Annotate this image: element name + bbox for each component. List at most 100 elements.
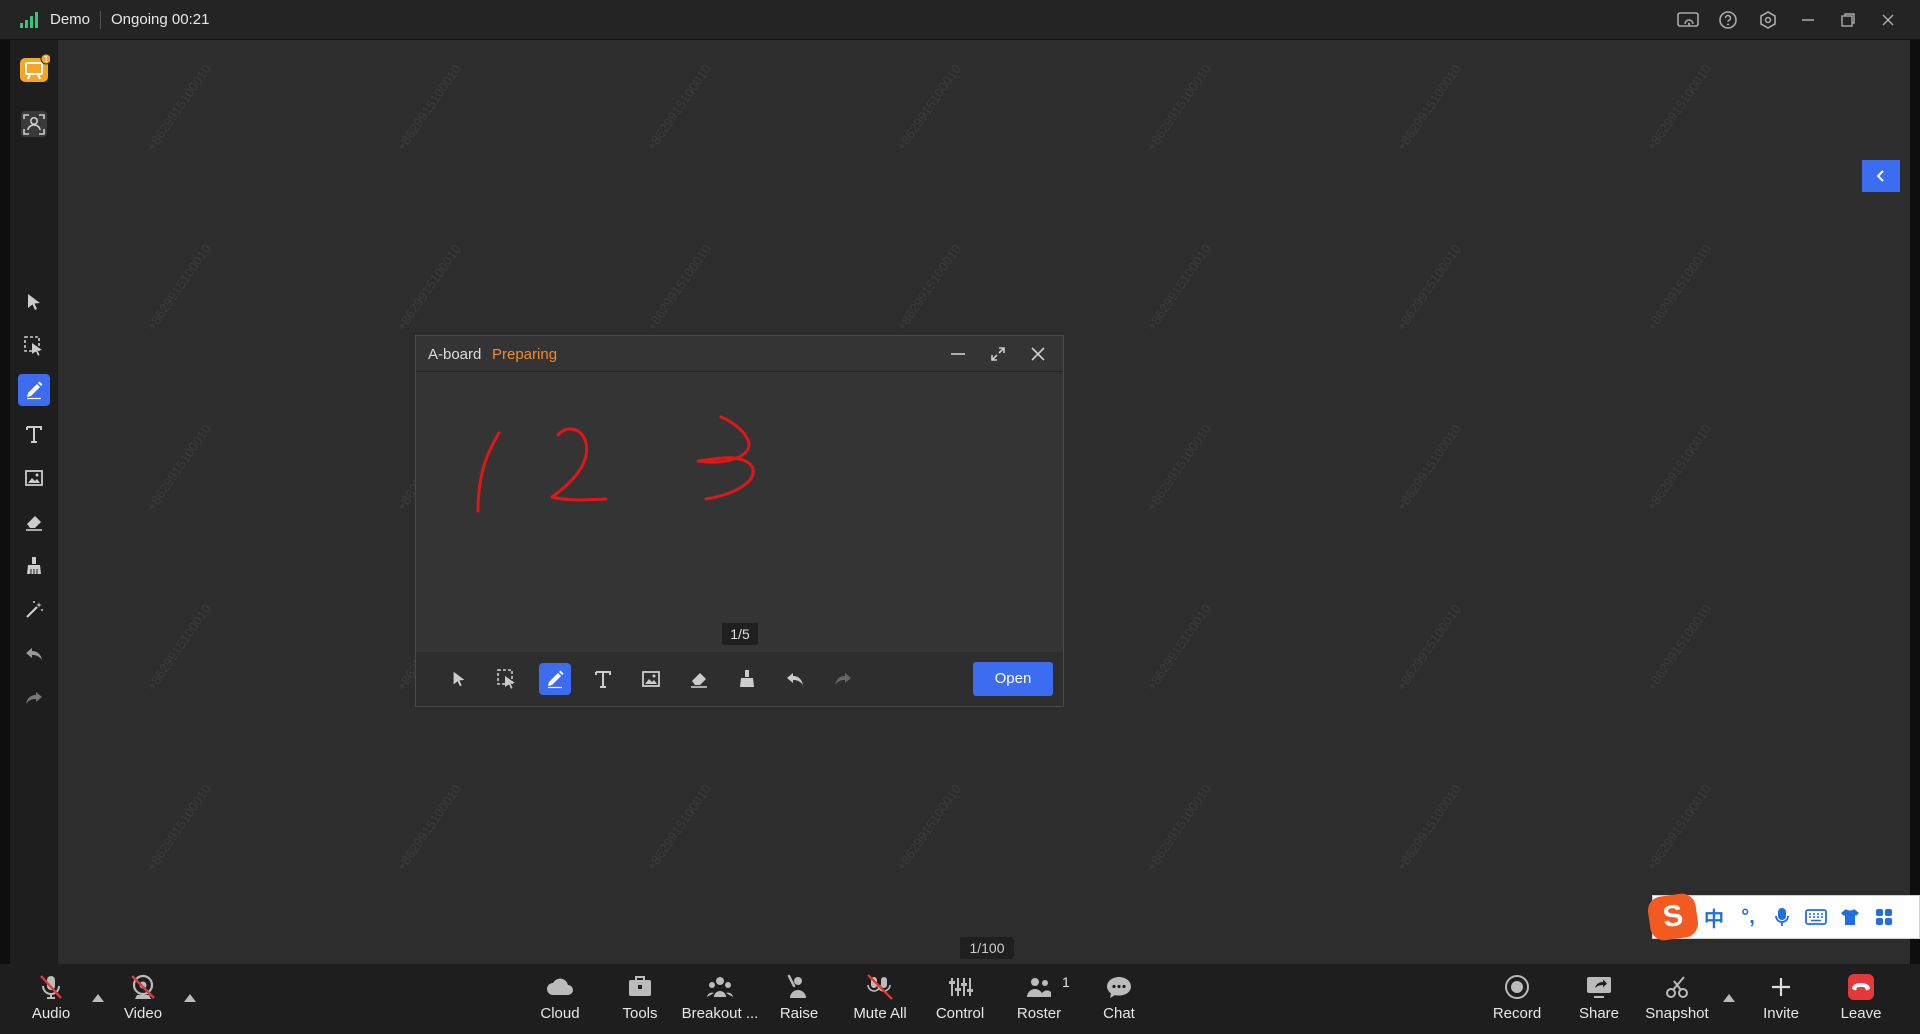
toolbox-grid-icon[interactable] (1867, 895, 1901, 939)
watermark-text: +8629915100010 (143, 601, 215, 694)
keyboard-icon[interactable] (1799, 895, 1833, 939)
watermark-text: +8629915100010 (1643, 781, 1715, 874)
watermark-text: +8629915100010 (393, 781, 465, 874)
text-tool-icon[interactable] (587, 663, 619, 695)
share-label: Share (1578, 1005, 1620, 1022)
close-window-icon[interactable] (1876, 8, 1900, 32)
select-tool-icon[interactable] (18, 286, 50, 318)
roster-label: Roster (1016, 1005, 1062, 1022)
breakout-rooms-icon (704, 972, 736, 1002)
mute-all-icon (864, 972, 896, 1002)
pen-tool-icon[interactable] (18, 374, 50, 406)
image-tool-icon[interactable] (635, 663, 667, 695)
aboard-status: Preparing (492, 346, 558, 363)
audio-options-caret-icon[interactable] (92, 994, 104, 1002)
aboard-header: A-board Preparing (416, 336, 1063, 372)
watermark-text: +8629915100010 (643, 781, 715, 874)
watermark-text: +8629915100010 (1143, 421, 1215, 514)
video-label: Video (123, 1005, 163, 1022)
expand-panel-button[interactable] (1862, 160, 1900, 192)
video-muted-icon (127, 972, 159, 1002)
watermark-text: +8629915100010 (1393, 601, 1465, 694)
raise-hand-button[interactable]: Raise (776, 972, 822, 1028)
participants-view-icon[interactable] (18, 108, 50, 140)
minimize-icon[interactable] (1796, 8, 1820, 32)
select-tool-icon[interactable] (443, 663, 475, 695)
video-options-caret-icon[interactable] (184, 994, 196, 1002)
undo-icon[interactable] (18, 638, 50, 670)
ime-punctuation-mode[interactable]: °, (1731, 895, 1765, 939)
watermark-text: +8629915100010 (143, 61, 215, 154)
roster-people-icon (1023, 972, 1055, 1002)
control-button[interactable]: Control (932, 972, 988, 1028)
laser-pointer-icon[interactable] (18, 594, 50, 626)
watermark-text: +8629915100010 (393, 61, 465, 154)
undo-icon[interactable] (779, 663, 811, 695)
watermark-text: +8629915100010 (893, 781, 965, 874)
record-icon (1501, 972, 1533, 1002)
restore-icon[interactable] (1836, 8, 1860, 32)
snapshot-options-caret-icon[interactable] (1723, 994, 1735, 1002)
snapshot-label: Snapshot (1645, 1005, 1709, 1022)
sogou-logo-icon[interactable]: S (1646, 891, 1700, 943)
plus-icon (1765, 972, 1797, 1002)
chat-button[interactable]: Chat (1096, 972, 1142, 1028)
clear-board-icon[interactable] (18, 550, 50, 582)
marquee-select-tool-icon[interactable] (18, 330, 50, 362)
close-icon[interactable] (1026, 342, 1050, 366)
leave-button[interactable]: Leave (1838, 972, 1884, 1028)
video-button[interactable]: Video (120, 972, 166, 1028)
open-button[interactable]: Open (973, 662, 1053, 696)
whiteboard-icon[interactable]: 1 (18, 54, 50, 86)
skin-shirt-icon[interactable] (1833, 895, 1867, 939)
aboard-canvas[interactable] (416, 373, 1063, 613)
hang-up-icon (1845, 972, 1877, 1002)
redo-icon[interactable] (827, 663, 859, 695)
minimize-icon[interactable] (946, 342, 970, 366)
ime-toolbar[interactable]: S 中 °, (1646, 891, 1920, 943)
fullscreen-icon[interactable] (986, 342, 1010, 366)
record-button[interactable]: Record (1492, 972, 1542, 1028)
invite-button[interactable]: Invite (1758, 972, 1804, 1028)
snapshot-button[interactable]: Snapshot (1644, 972, 1710, 1028)
pen-tool-icon[interactable] (539, 663, 571, 695)
handwriting-123-drawing (476, 415, 755, 513)
tools-button[interactable]: Tools (617, 972, 663, 1028)
aboard-window[interactable]: A-board Preparing 1/5 Open (415, 335, 1064, 707)
mute-all-label: Mute All (853, 1005, 907, 1022)
image-tool-icon[interactable] (18, 462, 50, 494)
cloud-icon (544, 972, 576, 1002)
watermark-text: +8629915100010 (1393, 421, 1465, 514)
settings-icon[interactable] (1756, 8, 1780, 32)
audio-button[interactable]: Audio (28, 972, 74, 1028)
ime-chinese-mode[interactable]: 中 (1697, 895, 1731, 939)
breakout-button[interactable]: Breakout ... (680, 972, 760, 1028)
tools-label: Tools (622, 1005, 658, 1022)
cloud-button[interactable]: Cloud (537, 972, 583, 1028)
eraser-tool-icon[interactable] (18, 506, 50, 538)
eraser-tool-icon[interactable] (683, 663, 715, 695)
watermark-text: +8629915100010 (143, 781, 215, 874)
whiteboard-sidebar: 1 (10, 40, 58, 964)
watermark-text: +8629915100010 (1143, 241, 1215, 334)
raise-label: Raise (779, 1005, 819, 1022)
app-name: Demo (50, 11, 91, 28)
redo-icon[interactable] (18, 682, 50, 714)
right-edge (1910, 40, 1920, 964)
clear-board-icon[interactable] (731, 663, 763, 695)
microphone-icon[interactable] (1765, 895, 1799, 939)
share-button[interactable]: Share (1576, 972, 1622, 1028)
roster-button[interactable]: Roster (1016, 972, 1062, 1028)
record-label: Record (1492, 1005, 1542, 1022)
network-status-icon[interactable] (1676, 8, 1700, 32)
watermark-text: +8629915100010 (1643, 61, 1715, 154)
whiteboard-stage[interactable]: +8629915100010 +8629915100010 +86299151000… (58, 40, 1910, 964)
control-label: Control (935, 1005, 985, 1022)
left-edge (0, 40, 10, 964)
help-icon[interactable] (1716, 8, 1740, 32)
text-tool-icon[interactable] (18, 418, 50, 450)
watermark-text: +8629915100010 (1643, 241, 1715, 334)
microphone-muted-icon (35, 972, 67, 1002)
mute-all-button[interactable]: Mute All (848, 972, 912, 1028)
marquee-select-tool-icon[interactable] (491, 663, 523, 695)
